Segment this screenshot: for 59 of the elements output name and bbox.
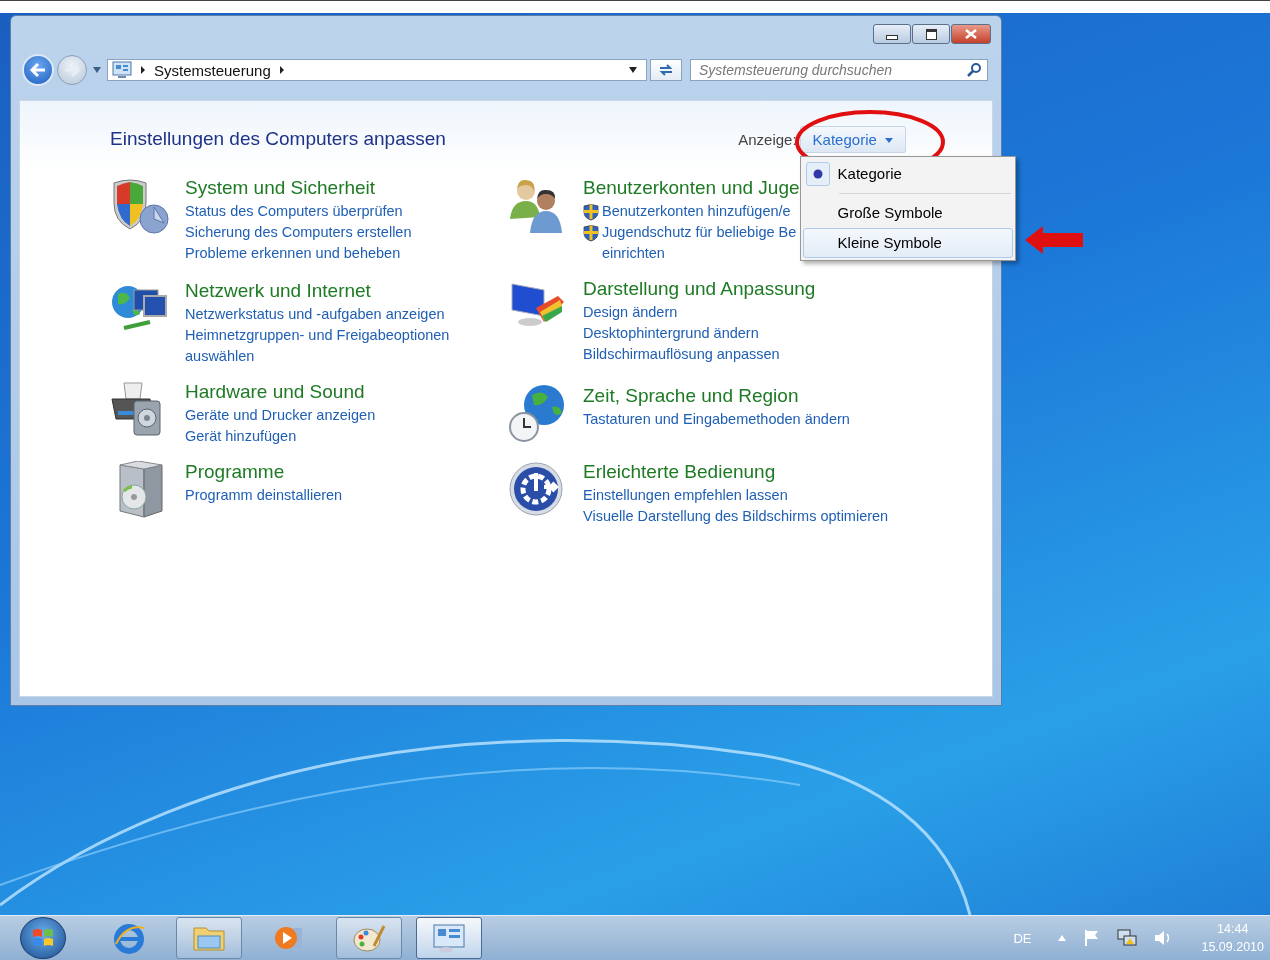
view-by-label: Anzeige: — [738, 130, 797, 148]
shield-pie-chart-icon — [110, 177, 172, 235]
radio-dot-icon — [812, 168, 823, 179]
refresh-icon — [657, 62, 675, 78]
dropdown-arrow-icon — [885, 137, 893, 144]
category-title-link[interactable]: Zeit, Sprache und Region — [583, 383, 799, 409]
task-link[interactable]: Gerät hinzufügen — [185, 426, 297, 447]
paint-taskbar-button[interactable] — [336, 917, 402, 959]
minimize-button[interactable] — [873, 24, 911, 44]
dropdown-arrow-icon[interactable] — [628, 66, 638, 74]
task-link[interactable]: Einstellungen empfehlen lassen — [583, 485, 788, 506]
control-panel-taskbar-button[interactable] — [416, 917, 482, 959]
category-title-link[interactable]: Darstellung und Anpassung — [583, 276, 816, 302]
page-title: Einstellungen des Computers anpassen — [110, 128, 446, 150]
task-link[interactable]: Probleme erkennen und beheben — [185, 243, 401, 264]
back-arrow-icon — [29, 62, 47, 78]
annotation-arrow — [1024, 224, 1083, 255]
task-link[interactable]: Status des Computers überprüfen — [185, 201, 403, 222]
network-icon[interactable] — [1117, 929, 1138, 947]
control-panel-icon — [112, 61, 132, 79]
refresh-button[interactable] — [650, 59, 682, 81]
task-link[interactable]: Benutzerkonten hinzufügen/e — [602, 201, 791, 222]
task-link[interactable]: einrichten — [602, 243, 665, 264]
task-link[interactable]: Geräte und Drucker anzeigen — [185, 405, 376, 426]
menu-item[interactable]: Kategorie — [802, 158, 1013, 189]
search-field[interactable]: Systemsteuerung durchsuchen — [690, 59, 988, 81]
start-button[interactable] — [20, 917, 66, 959]
category-title-link[interactable]: Netzwerk und Internet — [185, 278, 371, 304]
breadcrumb-item[interactable]: Systemsteuerung — [154, 61, 271, 79]
category-title-link[interactable]: Programme — [185, 459, 285, 485]
task-link[interactable]: Desktophintergrund ändern — [583, 323, 759, 344]
maximize-button[interactable] — [912, 24, 950, 44]
task-link[interactable]: Netzwerkstatus und -aufgaben anzeigen — [185, 304, 445, 325]
task-link[interactable]: Jugendschutz für beliebige Be — [602, 222, 797, 243]
category-title-link[interactable]: Benutzerkonten und Juge — [583, 175, 800, 201]
close-icon — [965, 29, 977, 39]
task-link[interactable]: Bildschirmauflösung anpassen — [583, 344, 780, 365]
category-title-link[interactable]: System und Sicherheit — [185, 175, 376, 201]
menu-item[interactable]: Kleine Symbole — [802, 227, 1013, 258]
chevron-right-icon[interactable] — [140, 66, 146, 74]
task-link[interactable]: Heimnetzgruppen- und Freigabeoptionen auswählen — [185, 325, 465, 367]
control-panel-icon — [432, 922, 466, 954]
folder-taskbar-button[interactable] — [176, 917, 242, 959]
close-button[interactable] — [951, 24, 991, 44]
task-link[interactable]: Programm deinstallieren — [185, 485, 343, 506]
chevron-right-icon[interactable] — [278, 66, 285, 74]
search-icon[interactable] — [966, 62, 982, 78]
browser-e-icon — [112, 922, 146, 954]
category-title-link[interactable]: Erleichterte Bedienung — [583, 459, 776, 485]
category-title-link[interactable]: Hardware und Sound — [185, 379, 365, 405]
history-dropdown-icon[interactable] — [92, 66, 102, 74]
menu-item[interactable]: Große Symbole — [802, 197, 1013, 228]
address-bar[interactable]: Systemsteuerung — [107, 59, 647, 81]
back-button[interactable] — [22, 54, 54, 86]
view-dropdown[interactable]: Kategorie — [799, 125, 906, 153]
task-link[interactable]: Design ändern — [583, 302, 678, 323]
task-link[interactable]: Visuelle Darstellung des Bildschirms optimieren — [583, 506, 889, 527]
task-link[interactable]: Tastaturen und Eingabemethoden ändern — [583, 409, 850, 430]
task-link[interactable]: Sicherung des Computers erstellen — [185, 222, 412, 243]
